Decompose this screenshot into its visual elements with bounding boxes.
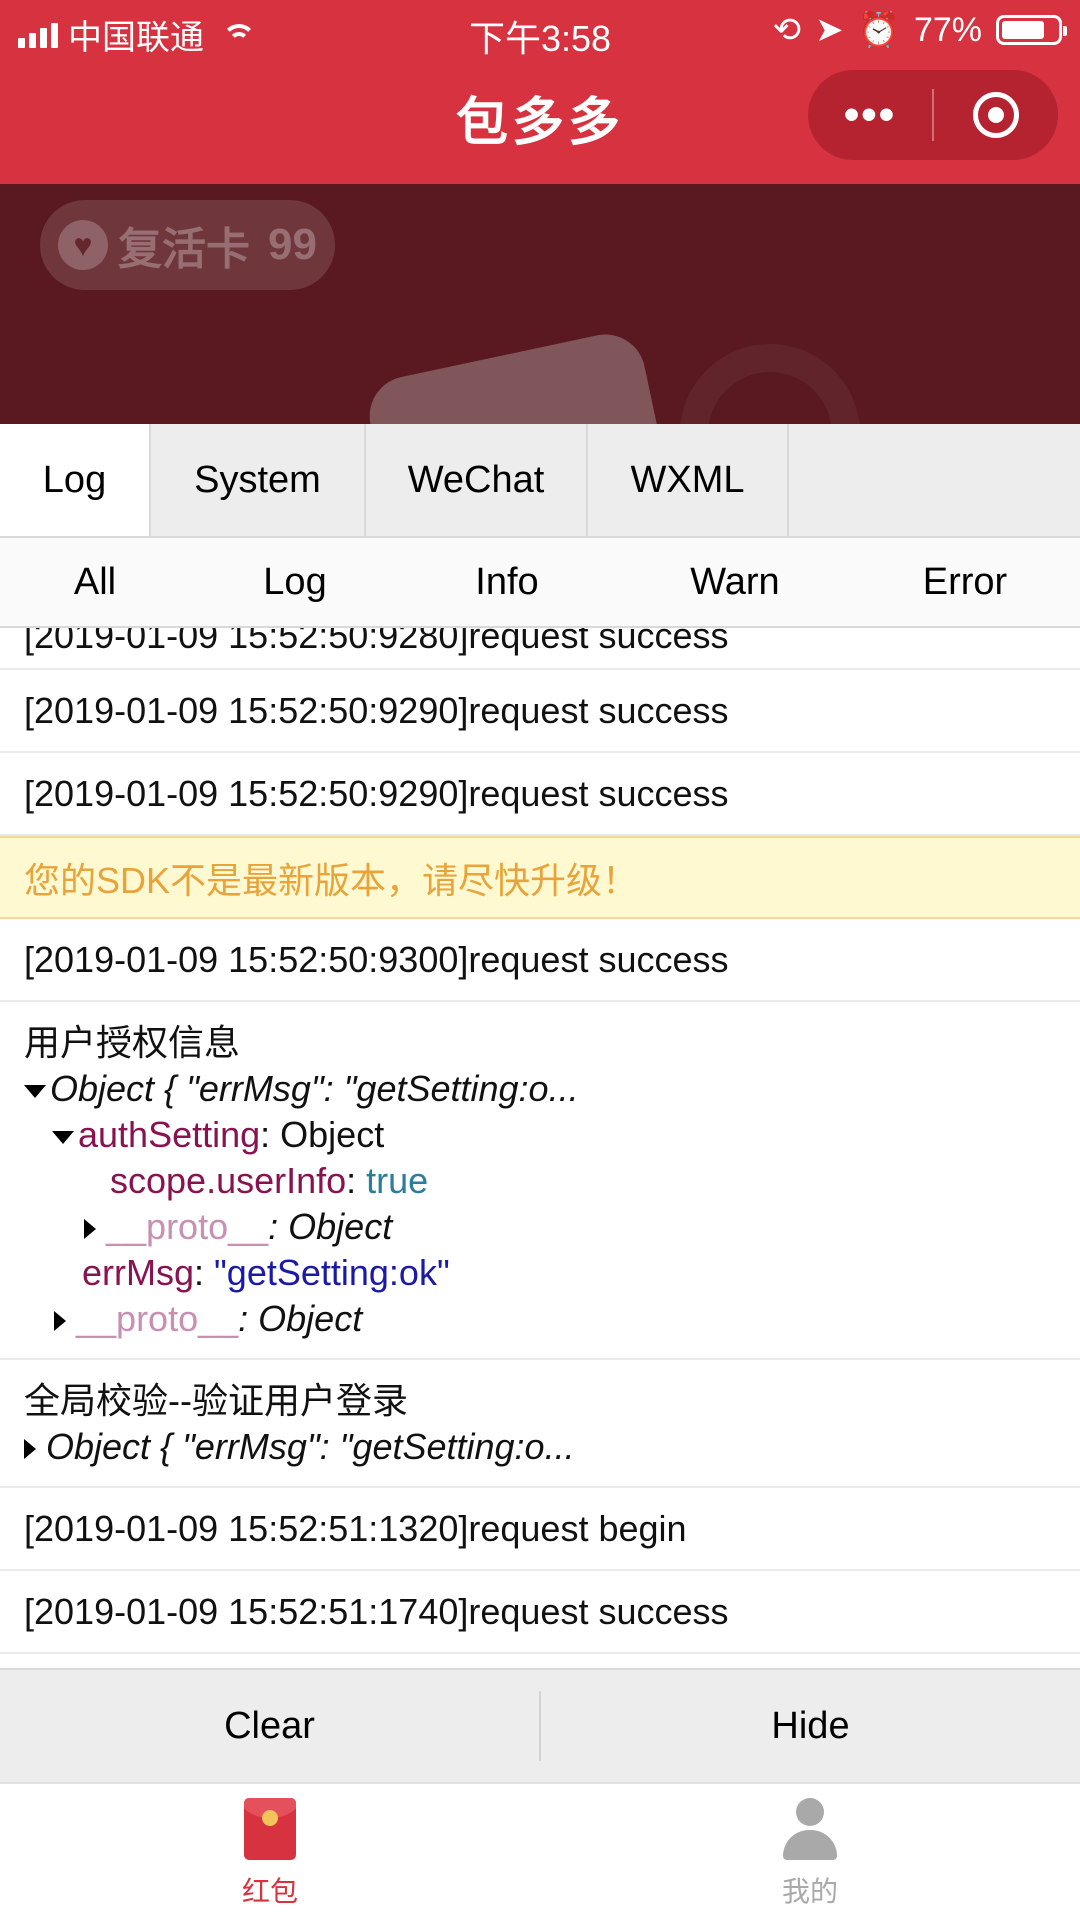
prop-value: true bbox=[366, 1160, 429, 1201]
console-tabs: Log System WeChat WXML bbox=[0, 424, 1080, 538]
log-row: [2019-01-09 15:52:50:9290]request succes… bbox=[0, 753, 1080, 836]
warn-log-row: 您的SDK不是最新版本，请尽快升级！ bbox=[0, 836, 1080, 919]
caret-right-icon[interactable] bbox=[54, 1311, 66, 1332]
top-header: 中国联通 下午3:58 ⟲ ➤ ⏰ 77% 包多多 ••• bbox=[0, 0, 1080, 184]
log-text: [2019-01-09 15:52:51:1320]request begin bbox=[24, 1507, 687, 1549]
log-text: [2019-01-09 15:52:51:1740]request succes… bbox=[24, 1590, 729, 1632]
caret-right-icon[interactable] bbox=[84, 1219, 96, 1240]
filter-info[interactable]: Info bbox=[452, 538, 562, 626]
game-background: ♥ 复活卡 99 bbox=[0, 184, 1080, 424]
mini-program-capsule: ••• bbox=[808, 70, 1058, 160]
log-title: 全局校验--验证用户登录 bbox=[24, 1380, 408, 1421]
object-summary-collapsed[interactable]: Object { "errMsg": "getSetting:o... bbox=[24, 1424, 1056, 1470]
revive-count: 99 bbox=[268, 220, 317, 269]
proto-node[interactable]: __proto__: Object bbox=[24, 1296, 1056, 1342]
prop-value: : Object bbox=[268, 1206, 393, 1247]
tabbar-label: 红包 bbox=[241, 1876, 298, 1907]
tabbar-item-mine[interactable]: 我的 bbox=[540, 1784, 1080, 1921]
prop-value: : Object bbox=[260, 1114, 385, 1155]
log-text: [2019-01-09 15:52:50:9290]request succes… bbox=[24, 689, 729, 731]
battery-percent: 77% bbox=[913, 10, 982, 49]
battery-icon bbox=[996, 15, 1067, 45]
log-title: 用户授权信息 bbox=[24, 1022, 241, 1063]
warn-text: 您的SDK不是最新版本，请尽快升级！ bbox=[24, 859, 639, 901]
tabbar-item-redpacket[interactable]: 红包 bbox=[0, 1784, 540, 1921]
filter-all[interactable]: All bbox=[40, 538, 150, 626]
prop-key: __proto__ bbox=[106, 1206, 269, 1247]
log-row-global: 全局校验--验证用户登录 Object { "errMsg": "getSett… bbox=[0, 1360, 1080, 1488]
log-text: [2019-01-09 15:52:50:9280]request succes… bbox=[24, 628, 729, 656]
log-filter-tabs: All Log Info Warn Error bbox=[0, 538, 1080, 628]
revive-label: 复活卡 bbox=[118, 225, 250, 274]
tabbar-label: 我的 bbox=[781, 1876, 838, 1907]
object-summary-text: Object { "errMsg": "getSetting:o... bbox=[50, 1068, 579, 1109]
log-text: [2019-01-09 15:52:50:9290]request succes… bbox=[24, 772, 729, 814]
background-ring bbox=[680, 344, 860, 424]
location-icon: ➤ bbox=[815, 11, 844, 49]
log-row: [2019-01-09 15:52:51:1320]request begin bbox=[0, 1488, 1080, 1571]
filter-warn[interactable]: Warn bbox=[670, 538, 800, 626]
prop-key: authSetting bbox=[78, 1114, 261, 1155]
scope-userinfo-node: scope.userInfo: true bbox=[110, 1160, 429, 1201]
prop-key: __proto__ bbox=[76, 1298, 239, 1339]
tab-wxml[interactable]: WXML bbox=[588, 424, 789, 536]
rotation-lock-icon: ⟲ bbox=[772, 11, 802, 49]
auth-setting-node[interactable]: authSetting: Object bbox=[24, 1112, 1056, 1158]
red-packet-icon bbox=[244, 1798, 296, 1860]
console-toolbar: Clear Hide bbox=[0, 1668, 1080, 1782]
log-row: [2019-01-09 15:52:50:9300]request succes… bbox=[0, 919, 1080, 1002]
user-icon bbox=[783, 1798, 837, 1860]
more-dots-icon[interactable]: ••• bbox=[808, 70, 932, 160]
status-bar: 中国联通 下午3:58 ⟲ ➤ ⏰ 77% bbox=[0, 0, 1080, 60]
object-summary-text: Object { "errMsg": "getSetting:o... bbox=[46, 1426, 575, 1467]
log-text: [2019-01-09 15:52:50:9300]request succes… bbox=[24, 938, 729, 980]
bottom-tab-bar: 红包 我的 bbox=[0, 1782, 1080, 1921]
clear-button[interactable]: Clear bbox=[0, 1669, 539, 1783]
heart-icon: ♥ bbox=[58, 220, 108, 270]
prop-value: : Object bbox=[238, 1298, 363, 1339]
tab-wechat[interactable]: WeChat bbox=[366, 424, 588, 536]
prop-key: scope.userInfo bbox=[110, 1160, 347, 1201]
log-row: [2019-01-09 15:52:50:9290]request succes… bbox=[0, 670, 1080, 753]
caret-down-icon[interactable] bbox=[52, 1130, 74, 1144]
revive-card-badge: ♥ 复活卡 99 bbox=[40, 200, 335, 290]
caret-right-icon[interactable] bbox=[24, 1439, 36, 1460]
hide-button[interactable]: Hide bbox=[541, 1669, 1080, 1783]
tab-log[interactable]: Log bbox=[0, 424, 151, 536]
prop-value: "getSetting:ok" bbox=[214, 1252, 450, 1293]
log-list[interactable]: [2019-01-09 15:52:50:9280]request succes… bbox=[0, 628, 1080, 1668]
background-illustration bbox=[362, 327, 678, 424]
object-summary-expanded[interactable]: Object { "errMsg": "getSetting:o... bbox=[24, 1066, 1056, 1112]
log-row-auth: 用户授权信息 Object { "errMsg": "getSetting:o.… bbox=[0, 1002, 1080, 1360]
filter-log[interactable]: Log bbox=[240, 538, 350, 626]
close-target-icon[interactable] bbox=[934, 92, 1058, 138]
filter-error[interactable]: Error bbox=[900, 538, 1030, 626]
prop-key: errMsg bbox=[82, 1252, 195, 1293]
proto-node[interactable]: __proto__: Object bbox=[24, 1204, 1056, 1250]
caret-down-icon[interactable] bbox=[24, 1084, 46, 1098]
log-row: [2019-01-09 15:52:51:1740]request succes… bbox=[0, 1571, 1080, 1654]
alarm-icon: ⏰ bbox=[857, 11, 900, 49]
errmsg-node: errMsg: "getSetting:ok" bbox=[82, 1252, 450, 1293]
log-row: [2019-01-09 15:52:50:9280]request succes… bbox=[0, 628, 1080, 670]
tab-system[interactable]: System bbox=[151, 424, 366, 536]
